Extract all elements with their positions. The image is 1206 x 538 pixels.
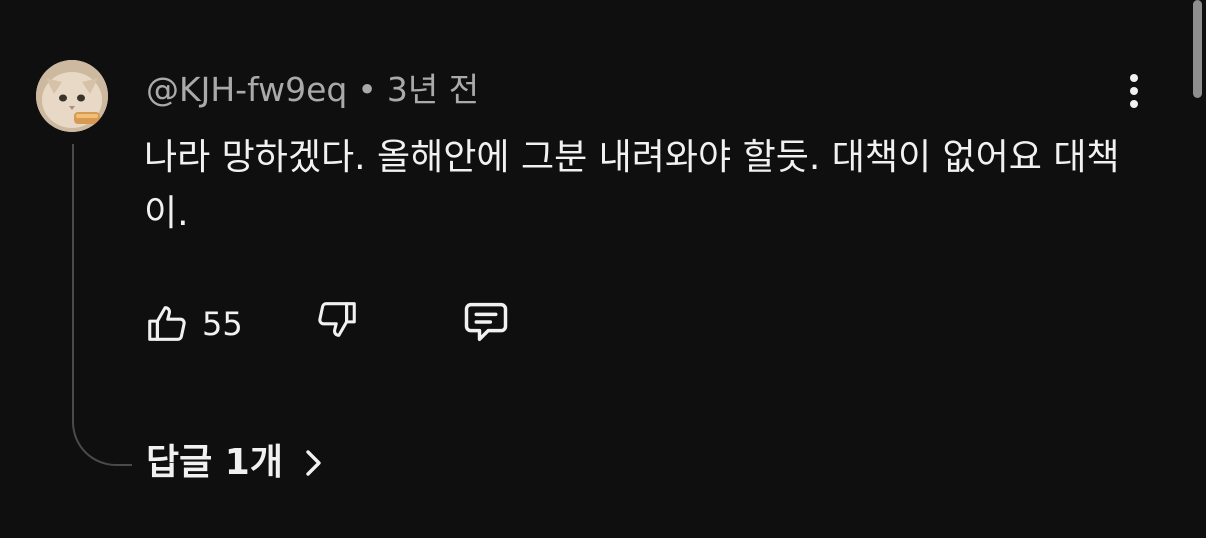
reply-button[interactable] — [460, 296, 512, 348]
comment-reply-icon — [464, 302, 508, 342]
comment-timestamp[interactable]: 3년 전 — [387, 70, 479, 109]
like-button[interactable]: 55 — [144, 296, 243, 352]
avatar[interactable] — [36, 60, 108, 132]
more-vertical-icon[interactable] — [1124, 74, 1144, 116]
replies-label: 답글 1개 — [146, 442, 283, 483]
meta-separator: • — [357, 70, 377, 109]
chevron-right-icon — [306, 450, 321, 476]
thumbs-down-icon — [318, 302, 356, 337]
like-count: 55 — [202, 305, 243, 343]
view-replies-button[interactable]: 답글 1개 — [146, 438, 325, 488]
thumbs-up-icon — [148, 306, 186, 341]
dislike-button[interactable] — [314, 296, 360, 342]
reply-thread-line — [72, 144, 132, 466]
comment-text: 나라 망하겠다. 올해안에 그분 내려와야 할듯. 대책이 없어요 대책이. — [144, 137, 1120, 234]
scrollbar[interactable] — [1193, 0, 1202, 98]
comment-meta: @KJH-fw9eq • 3년 전 — [146, 68, 479, 112]
cat-avatar-icon — [36, 60, 108, 132]
author-handle[interactable]: @KJH-fw9eq — [146, 70, 347, 109]
